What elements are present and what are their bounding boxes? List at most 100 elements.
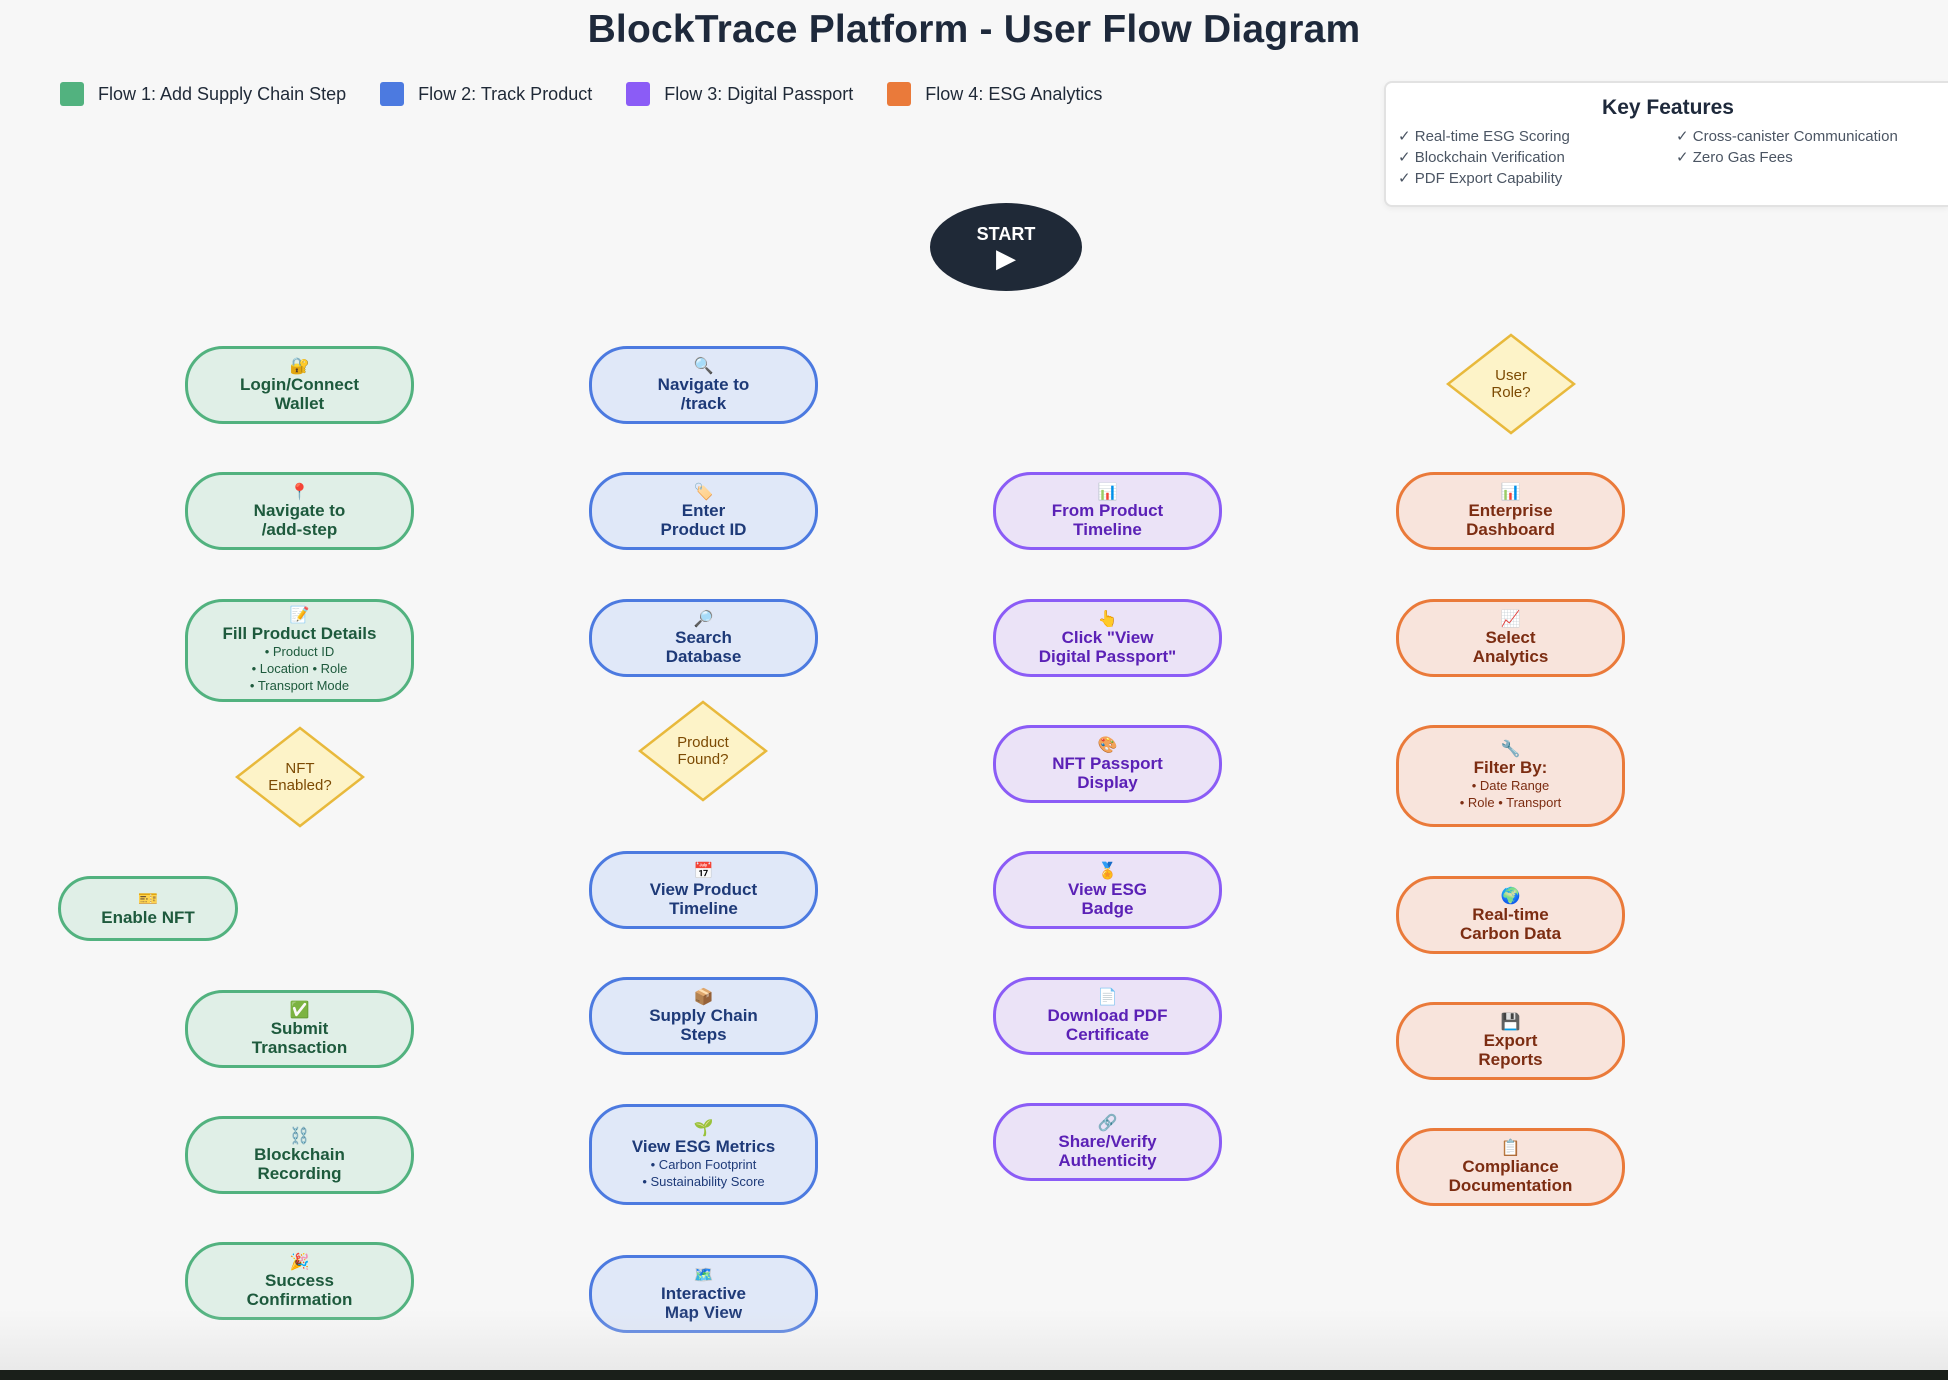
clipboard-icon: 📋	[1500, 1139, 1521, 1157]
feature-item: ✓ Cross-canister Communication	[1676, 128, 1898, 145]
memo-icon: 📝	[289, 607, 310, 624]
node-label: Click "View Digital Passport"	[1038, 627, 1177, 666]
node-label: Blockchain Recording	[254, 1144, 345, 1183]
node-label: Search Database	[665, 627, 742, 666]
node-label: Share/Verify Authenticity	[1058, 1131, 1157, 1170]
legend-item-flow3: Flow 3: Digital Passport	[626, 82, 853, 106]
node-label: NFT Passport Display	[1052, 753, 1163, 792]
legend-item-flow2: Flow 2: Track Product	[380, 82, 592, 106]
node-label: Success Confirmation	[246, 1270, 353, 1309]
node-label: Select Analytics	[1472, 627, 1549, 666]
check-mark-icon: ✅	[289, 1001, 310, 1019]
bar-chart-icon: 📊	[1500, 483, 1521, 501]
node-label: Download PDF Certificate	[1047, 1005, 1168, 1044]
ticket-icon: 🎫	[138, 890, 158, 908]
feature-item: ✓ Real-time ESG Scoring	[1398, 128, 1570, 145]
node-export-reports: 💾 Export Reports	[1396, 1002, 1625, 1080]
palette-icon: 🎨	[1097, 736, 1118, 754]
bar-chart-icon: 📊	[1097, 483, 1118, 501]
feature-item: ✓ PDF Export Capability	[1398, 170, 1563, 187]
legend-label: Flow 3: Digital Passport	[664, 83, 854, 104]
legend-item-flow1: Flow 1: Add Supply Chain Step	[60, 82, 346, 106]
legend-label: Flow 2: Track Product	[418, 83, 593, 104]
trending-chart-icon: 📈	[1500, 610, 1521, 628]
node-label: Navigate to /track	[657, 374, 750, 413]
node-enterprise-dashboard: 📊 Enterprise Dashboard	[1396, 472, 1625, 550]
node-label: Export Reports	[1478, 1030, 1543, 1069]
pointing-hand-icon: 👆	[1097, 610, 1118, 628]
legend-label: Flow 1: Add Supply Chain Step	[98, 83, 347, 104]
node-navigate-track: 🔍 Navigate to /track	[589, 346, 818, 424]
key-features-panel: Key Features ✓ Real-time ESG Scoring ✓ B…	[1384, 81, 1948, 207]
node-details: • Carbon Footprint • Sustainability Scor…	[642, 1156, 765, 1189]
decision-nft-enabled: NFT Enabled?	[235, 726, 365, 828]
node-view-esg-metrics: 🌱 View ESG Metrics • Carbon Footprint • …	[589, 1104, 818, 1205]
link-icon: 🔗	[1097, 1114, 1118, 1132]
node-label: Supply Chain Steps	[649, 1005, 758, 1044]
diagram-title: BlockTrace Platform - User Flow Diagram	[587, 8, 1361, 51]
legend: Flow 1: Add Supply Chain Step Flow 2: Tr…	[60, 82, 1136, 106]
decision-label: Product Found?	[677, 734, 729, 768]
decision-label: NFT Enabled?	[268, 760, 332, 794]
start-label: START	[976, 224, 1036, 244]
node-label: From Product Timeline	[1051, 500, 1164, 539]
decision-user-role: User Role?	[1446, 333, 1576, 435]
window-bottom-edge	[0, 1370, 1948, 1380]
globe-icon: 🌍	[1500, 887, 1521, 905]
node-label: View Product Timeline	[649, 879, 758, 918]
lock-icon: 🔐	[289, 357, 310, 375]
node-label: View ESG Badge	[1067, 879, 1148, 918]
node-view-esg-badge: 🏅 View ESG Badge	[993, 851, 1222, 929]
node-label: Fill Product Details	[222, 624, 377, 643]
node-blockchain-recording: ⛓️ Blockchain Recording	[185, 1116, 414, 1194]
map-icon: 🗺️	[693, 1266, 714, 1284]
node-view-product-timeline: 📅 View Product Timeline	[589, 851, 818, 929]
node-details: • Date Range • Role • Transport	[1459, 778, 1562, 810]
node-label: View ESG Metrics	[631, 1136, 776, 1156]
node-real-time-carbon-data: 🌍 Real-time Carbon Data	[1396, 876, 1625, 954]
seedling-icon: 🌱	[693, 1119, 714, 1137]
node-enter-product-id: 🏷️ Enter Product ID	[589, 472, 818, 550]
legend-swatch	[380, 82, 405, 106]
medal-icon: 🏅	[1097, 862, 1118, 880]
node-label: Filter By:	[1473, 758, 1548, 777]
legend-swatch	[887, 82, 912, 106]
node-login-connect-wallet: 🔐 Login/Connect Wallet	[185, 346, 414, 424]
legend-item-flow4: Flow 4: ESG Analytics	[887, 82, 1102, 106]
chain-icon: ⛓️	[289, 1127, 310, 1145]
node-fill-product-details: 📝 Fill Product Details • Product ID • Lo…	[185, 599, 414, 702]
bottom-shadow	[0, 1310, 1948, 1370]
node-label: Navigate to /add-step	[253, 500, 346, 539]
node-details: • Product ID • Location • Role • Transpo…	[249, 644, 350, 693]
legend-swatch	[626, 82, 651, 106]
node-nft-passport-display: 🎨 NFT Passport Display	[993, 725, 1222, 803]
floppy-disk-icon: 💾	[1500, 1013, 1521, 1031]
node-filter-by: 🔧 Filter By: • Date Range • Role • Trans…	[1396, 725, 1625, 827]
play-icon: ▶	[996, 243, 1016, 273]
document-icon: 📄	[1097, 988, 1118, 1006]
key-features-title: Key Features	[1602, 96, 1734, 119]
node-compliance-documentation: 📋 Compliance Documentation	[1396, 1128, 1625, 1206]
node-label: Real-time Carbon Data	[1459, 904, 1562, 943]
tag-icon: 🏷️	[693, 483, 714, 501]
node-label: Enable NFT	[101, 907, 195, 927]
node-submit-transaction: ✅ Submit Transaction	[185, 990, 414, 1068]
package-icon: 📦	[693, 988, 714, 1006]
legend-swatch	[60, 82, 84, 106]
node-navigate-add-step: 📍 Navigate to /add-step	[185, 472, 414, 550]
legend-label: Flow 4: ESG Analytics	[925, 83, 1103, 104]
node-search-database: 🔎 Search Database	[589, 599, 818, 677]
node-label: Compliance Documentation	[1448, 1156, 1573, 1195]
node-label: Enter Product ID	[660, 500, 747, 539]
start-node: START ▶	[930, 203, 1082, 291]
feature-item: ✓ Zero Gas Fees	[1676, 149, 1793, 166]
node-from-product-timeline: 📊 From Product Timeline	[993, 472, 1222, 550]
node-label: Submit Transaction	[251, 1018, 348, 1057]
node-success-confirmation: 🎉 Success Confirmation	[185, 1242, 414, 1320]
magnifier-icon: 🔎	[693, 610, 714, 628]
node-select-analytics: 📈 Select Analytics	[1396, 599, 1625, 677]
pin-icon: 📍	[289, 483, 310, 501]
node-share-verify-authenticity: 🔗 Share/Verify Authenticity	[993, 1103, 1222, 1181]
wrench-icon: 🔧	[1500, 741, 1521, 758]
calendar-icon: 📅	[693, 862, 714, 880]
